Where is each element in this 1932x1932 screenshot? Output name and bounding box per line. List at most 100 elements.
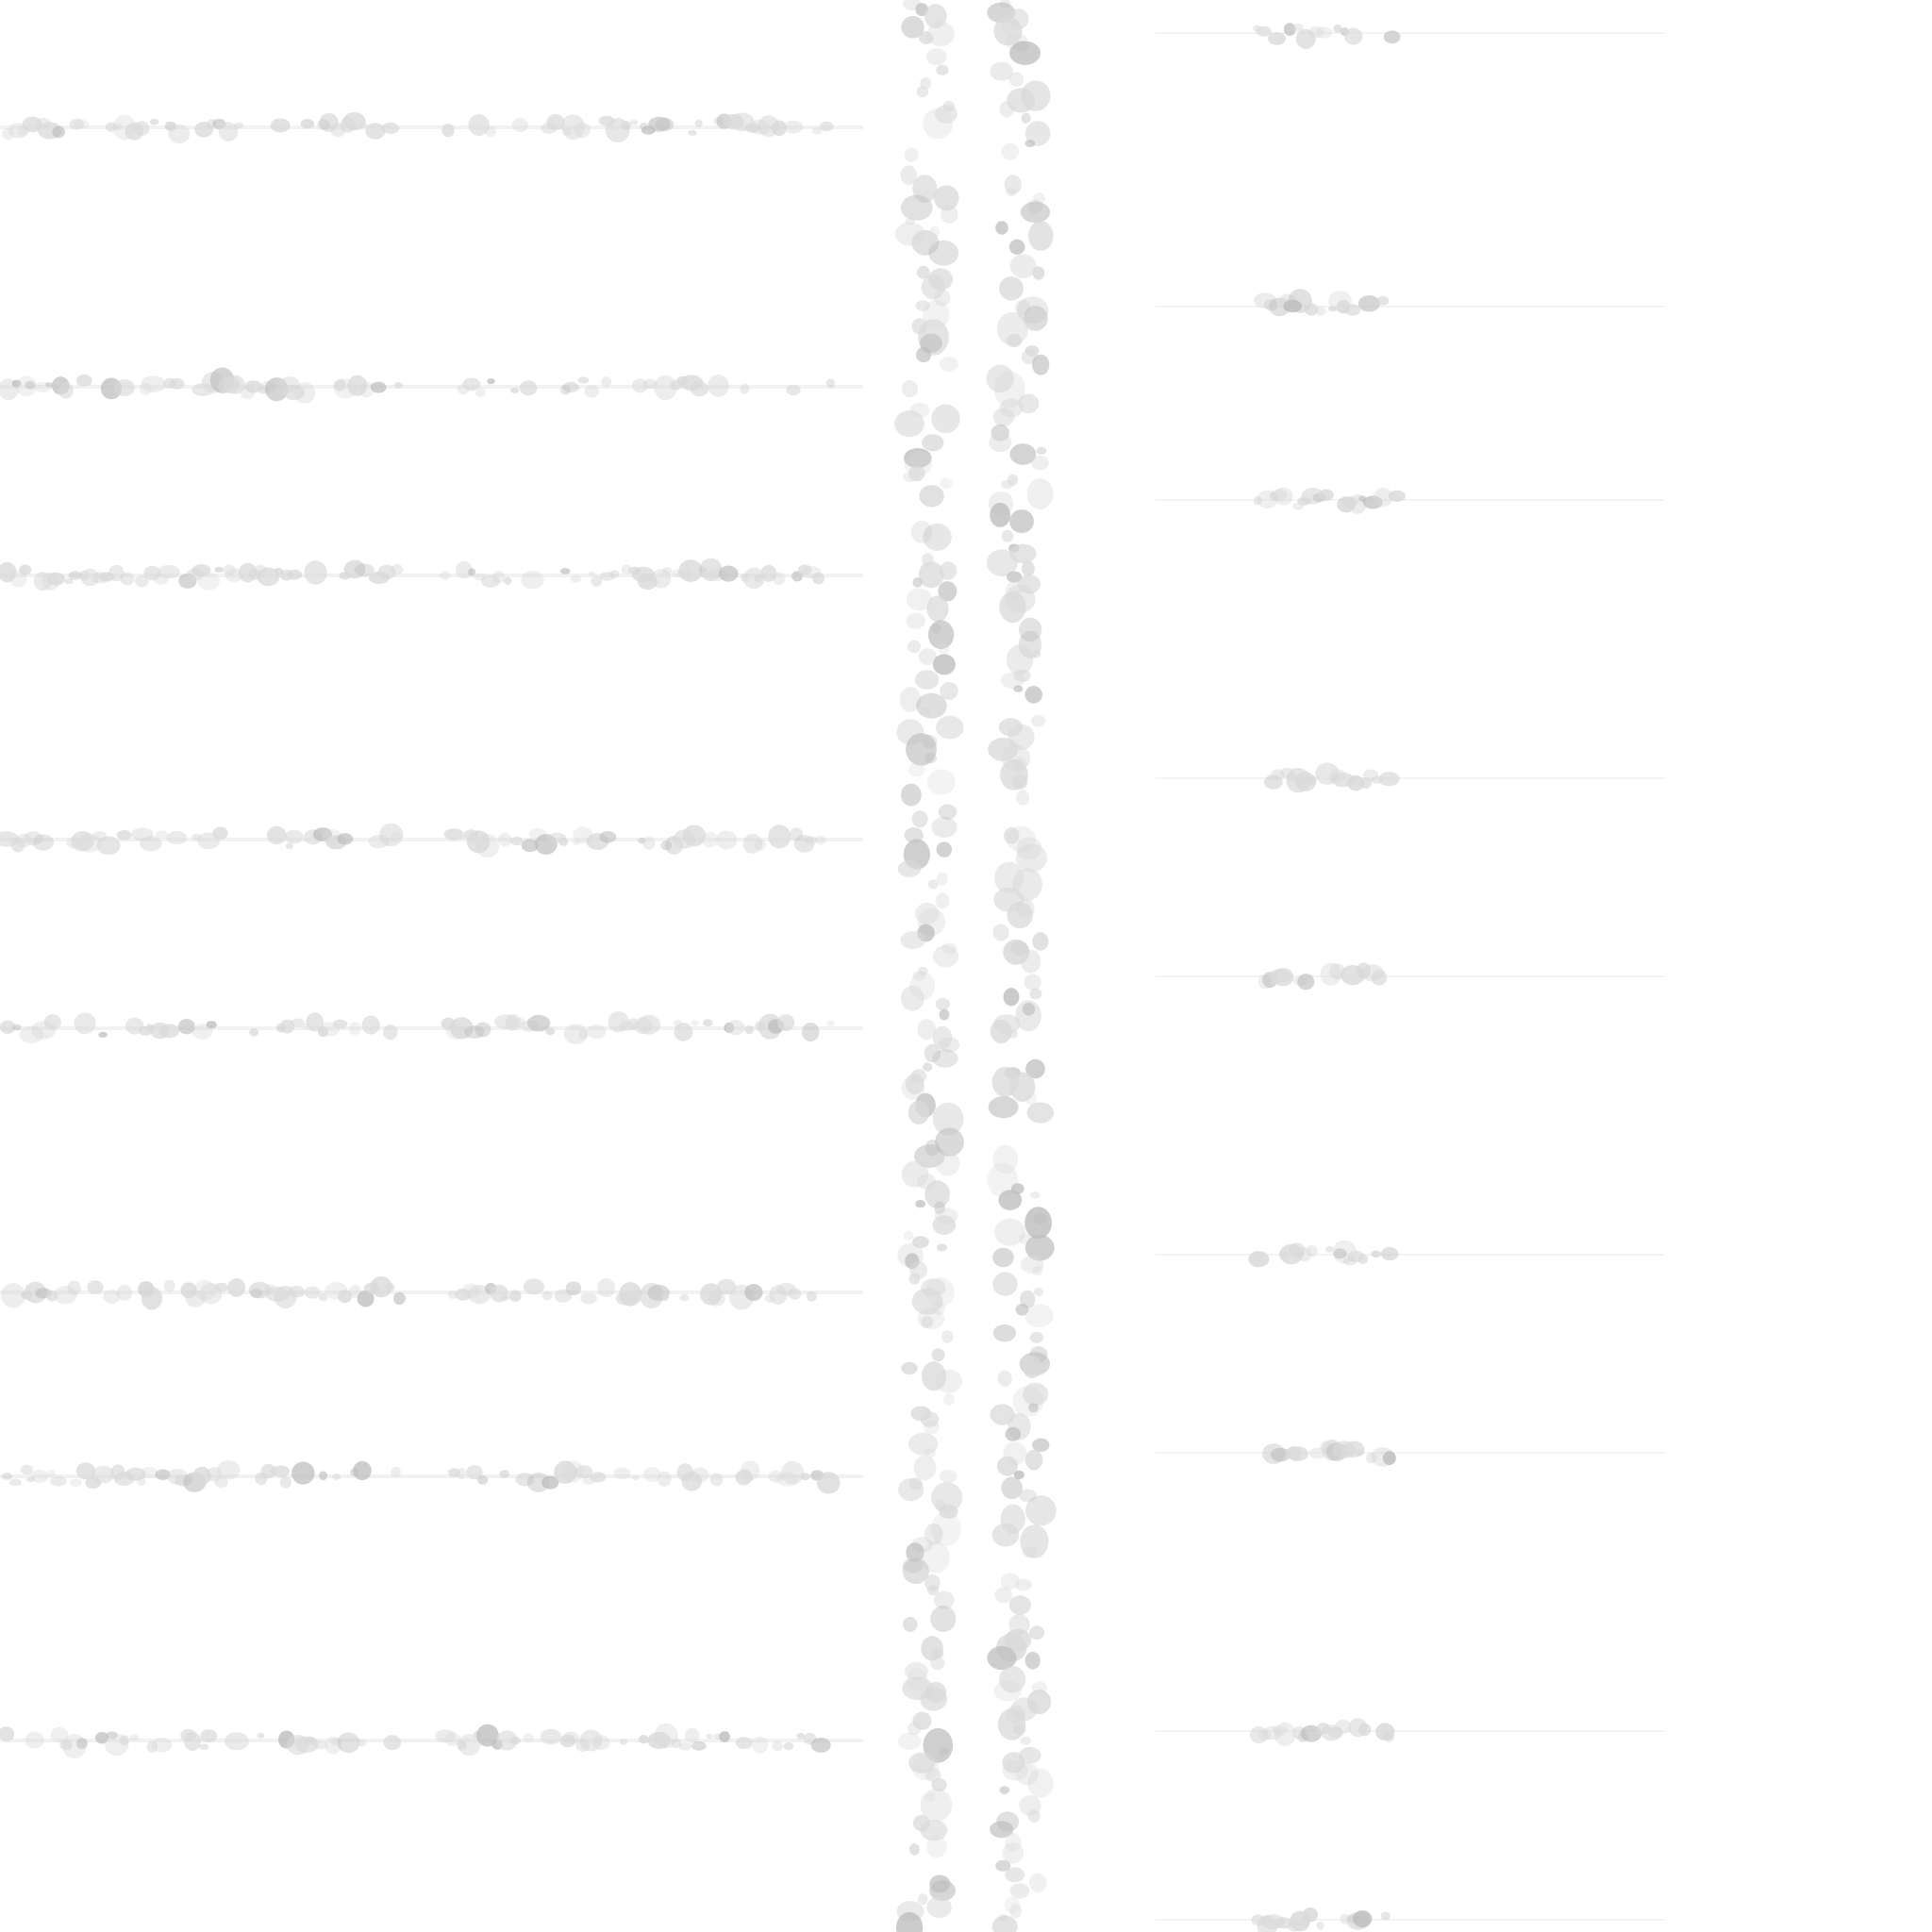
row-speck: [385, 1283, 395, 1291]
tick-speck: [1357, 1723, 1372, 1737]
band-speck: [904, 147, 919, 162]
band-speck: [900, 194, 933, 221]
band-speck: [932, 945, 959, 968]
row-speck: [304, 1286, 321, 1299]
row-speck: [475, 834, 500, 858]
tick-guide-line: [1156, 306, 1665, 308]
band-speck: [1007, 902, 1033, 929]
row-speck: [349, 1022, 361, 1036]
row-speck: [391, 1466, 401, 1477]
row-speck: [592, 1735, 610, 1751]
row-speck: [639, 1734, 649, 1744]
tick-speck: [1378, 772, 1400, 787]
band-speck: [999, 1786, 1010, 1794]
row-speck: [541, 1291, 553, 1301]
band-speck: [1024, 1304, 1054, 1328]
row-speck: [137, 1476, 146, 1487]
row-speck: [234, 122, 244, 128]
band-speck: [912, 577, 923, 588]
band-speck: [1012, 1385, 1044, 1418]
band-speck: [934, 1369, 963, 1393]
row-speck: [601, 376, 612, 388]
band-speck: [1009, 41, 1041, 65]
tick-speck: [1353, 1910, 1373, 1928]
band-speck: [1009, 254, 1037, 278]
band-speck: [1001, 142, 1020, 160]
band-speck: [1031, 455, 1049, 471]
row-speck: [468, 568, 476, 576]
row-speck: [370, 381, 387, 393]
tick-speck: [1355, 1448, 1365, 1457]
row-speck: [519, 380, 538, 396]
row-speck: [475, 1022, 491, 1038]
band-speck: [923, 108, 954, 140]
row-speck: [271, 1465, 291, 1477]
band-speck: [1008, 1029, 1018, 1039]
row-speck: [815, 835, 827, 845]
band-speck: [1027, 1809, 1041, 1824]
band-speck: [906, 612, 925, 629]
tick-speck: [1316, 1922, 1324, 1930]
tick-speck: [1319, 489, 1334, 501]
row-speck: [266, 825, 287, 845]
band-speck: [939, 642, 950, 656]
row-speck: [637, 1014, 661, 1035]
row-speck: [284, 829, 304, 844]
row-speck: [214, 1282, 229, 1292]
row-speck: [141, 1467, 158, 1478]
band-speck: [923, 1062, 933, 1072]
row-speck: [74, 119, 89, 129]
band-speck: [1032, 932, 1049, 951]
band-speck: [1029, 988, 1042, 1000]
tick-speck: [1357, 295, 1380, 312]
band-speck: [1012, 1724, 1026, 1735]
band-speck: [924, 752, 937, 764]
band-speck: [992, 1272, 1018, 1296]
row-speck: [619, 1739, 628, 1745]
row-speck: [333, 1019, 348, 1029]
row-speck: [270, 118, 291, 133]
band-speck: [993, 1680, 1023, 1702]
row-speck: [735, 1737, 753, 1750]
row-speck: [812, 572, 824, 585]
row-speck: [120, 572, 135, 586]
row-speck: [92, 1465, 115, 1484]
row-speck: [562, 381, 579, 393]
row-speck: [319, 1471, 328, 1481]
band-speck: [1029, 1625, 1045, 1640]
tick-guide-line: [1156, 1919, 1665, 1921]
row-speck: [694, 119, 703, 127]
row-speck: [440, 571, 451, 580]
row-speck: [613, 1467, 631, 1480]
band-speck: [936, 1243, 947, 1252]
row-speck: [807, 1291, 817, 1302]
row-speck: [577, 376, 590, 384]
row-speck: [50, 1475, 67, 1487]
band-speck: [1021, 112, 1031, 124]
row-speck: [32, 834, 54, 851]
band-speck: [1033, 1288, 1044, 1296]
row-speck: [70, 1478, 82, 1487]
tick-guide-line: [1156, 975, 1665, 977]
row-speck: [353, 1460, 372, 1481]
row-speck: [113, 379, 135, 396]
row-speck: [98, 1031, 108, 1038]
band-speck: [939, 1470, 958, 1483]
band-speck: [931, 404, 960, 434]
row-speck: [391, 830, 402, 842]
band-speck: [992, 1324, 1017, 1342]
band-speck: [997, 1370, 1012, 1387]
row-speck: [294, 382, 316, 404]
row-speck: [197, 572, 220, 591]
tick-speck: [1344, 304, 1361, 316]
row-speck: [609, 570, 620, 578]
band-speck: [1022, 1546, 1038, 1558]
tick-speck: [1382, 1451, 1396, 1466]
band-speck: [1025, 1495, 1057, 1526]
band-speck: [900, 985, 924, 1011]
band-speck: [930, 1657, 945, 1671]
row-speck: [227, 1278, 246, 1297]
row-speck: [291, 1461, 315, 1485]
band-speck: [909, 1843, 920, 1856]
band-speck: [1008, 239, 1025, 255]
